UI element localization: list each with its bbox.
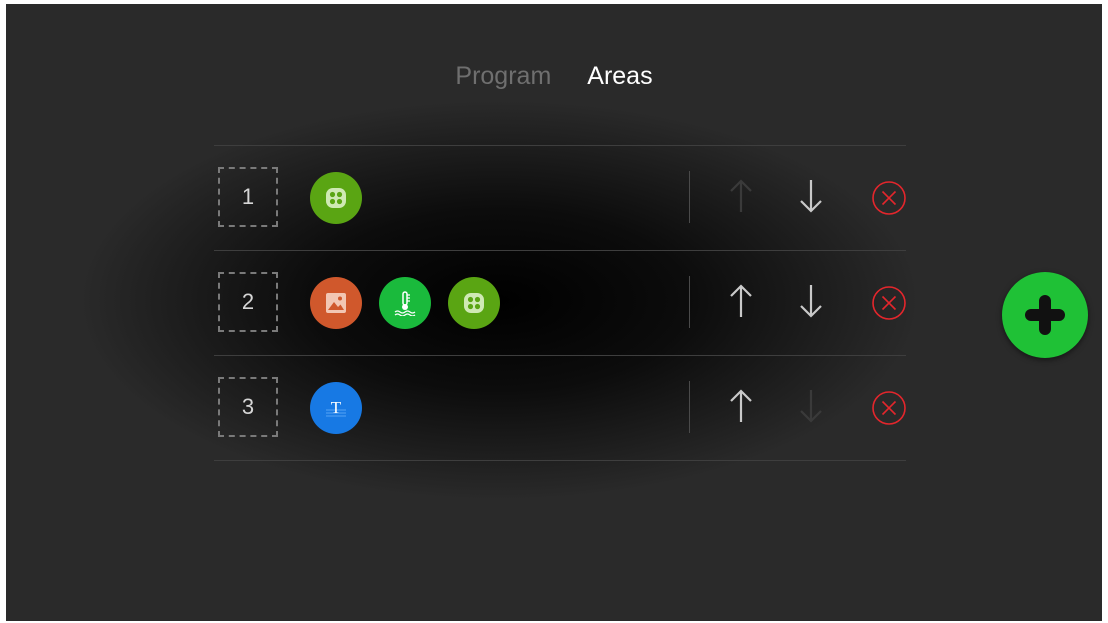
text-icon-glyph: T <box>331 398 342 417</box>
thermometer-icon[interactable] <box>379 277 431 329</box>
text-icon[interactable]: T <box>310 382 362 434</box>
area-items: T <box>310 382 362 434</box>
grid-widget-icon[interactable] <box>310 172 362 224</box>
grid-widget-icon[interactable] <box>448 277 500 329</box>
plus-icon <box>1025 295 1065 335</box>
move-up-button[interactable] <box>721 384 761 428</box>
delete-button[interactable] <box>870 389 908 427</box>
move-down-button[interactable] <box>791 174 831 218</box>
delete-button[interactable] <box>870 284 908 322</box>
area-row-3: 3 T <box>214 355 906 461</box>
delete-button[interactable] <box>870 179 908 217</box>
area-list: 1 2 3 T <box>214 145 906 461</box>
area-items <box>310 277 500 329</box>
move-down-button[interactable] <box>791 384 831 428</box>
move-up-button[interactable] <box>721 174 761 218</box>
row-divider <box>689 276 690 328</box>
row-divider <box>689 381 690 433</box>
move-down-button[interactable] <box>791 279 831 323</box>
image-icon[interactable] <box>310 277 362 329</box>
add-area-button[interactable] <box>1002 272 1088 358</box>
move-up-button[interactable] <box>721 279 761 323</box>
area-row-2: 2 <box>214 250 906 355</box>
row-divider <box>689 171 690 223</box>
tab-program[interactable]: Program <box>455 62 551 91</box>
area-row-1: 1 <box>214 145 906 250</box>
area-items <box>310 172 362 224</box>
area-number[interactable]: 2 <box>218 272 278 332</box>
tab-areas[interactable]: Areas <box>587 62 652 91</box>
screen: Program Areas 1 2 3 T <box>6 4 1102 621</box>
area-number[interactable]: 1 <box>218 167 278 227</box>
tab-bar: Program Areas <box>6 62 1102 91</box>
area-number[interactable]: 3 <box>218 377 278 437</box>
